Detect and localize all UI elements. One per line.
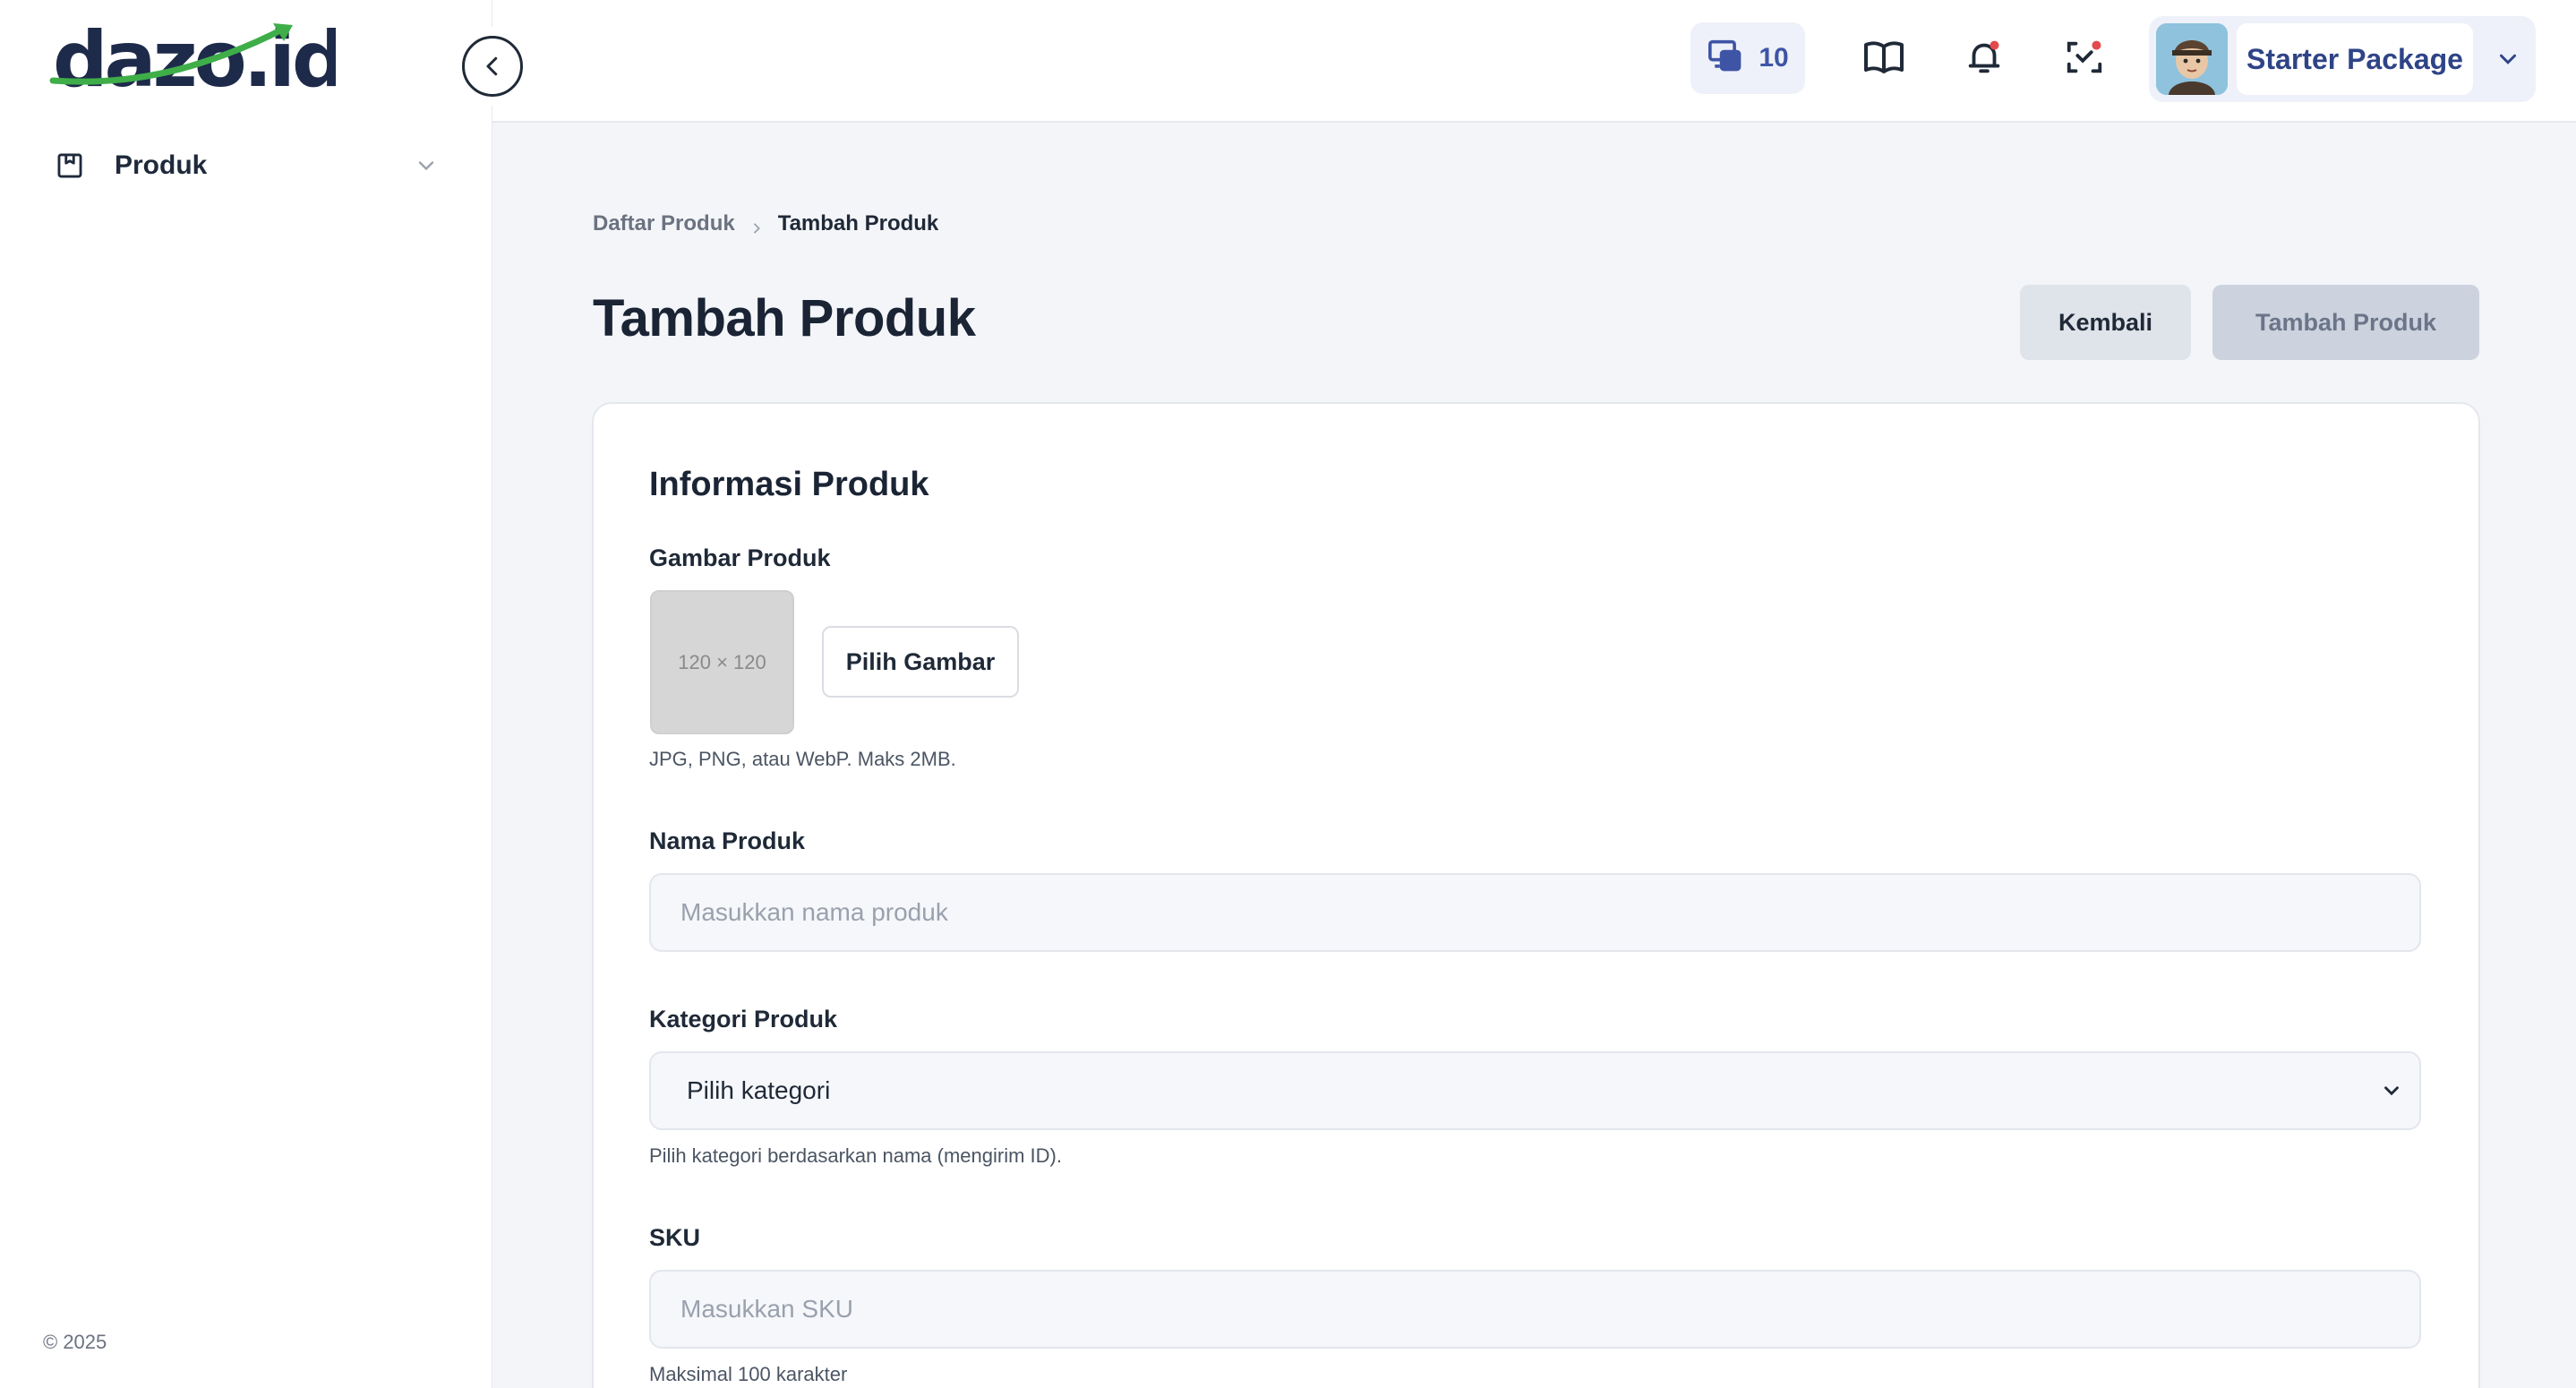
bell-icon[interactable] [1959,32,2009,82]
name-label: Nama Produk [649,827,806,854]
avatar [2156,23,2228,95]
category-help-text: Pilih kategori berdasarkan nama (mengiri… [649,1144,1062,1167]
sku-help-text: Maksimal 100 karakter [649,1363,848,1385]
copyright-text: © 2025 [43,1331,107,1353]
sidebar: dazo.id Produk © 2025 [0,0,492,1388]
section-title: Informasi Produk [649,466,929,503]
credit-badge[interactable]: 10 [1690,22,1805,94]
chevron-down-icon [414,153,439,178]
book-icon[interactable] [1859,32,1909,82]
sku-input[interactable] [649,1270,2421,1349]
pick-image-button[interactable]: Pilih Gambar [822,626,1019,698]
image-help-text: JPG, PNG, atau WebP. Maks 2MB. [649,748,956,770]
breadcrumb-parent-link[interactable]: Daftar Produk [593,211,735,236]
category-label: Kategori Produk [649,1006,838,1032]
collapse-sidebar-button[interactable] [462,36,523,97]
sidebar-item-produk[interactable]: Produk [54,139,439,193]
topbar: 10 Starter Package [492,0,2576,123]
image-preview: 120 × 120 [650,590,794,734]
dazo-logo[interactable]: dazo.id [49,15,347,105]
scan-icon[interactable] [2059,32,2110,82]
sidebar-item-label: Produk [115,150,208,180]
credit-count: 10 [1759,43,1789,73]
breadcrumb: Daftar Produk Tambah Produk [593,211,938,236]
account-menu[interactable]: Starter Package [2149,16,2536,102]
box-icon [54,150,86,182]
category-select[interactable]: Pilih kategori [649,1051,2421,1130]
device-credit-icon [1707,39,1746,79]
breadcrumb-current: Tambah Produk [777,211,939,236]
chevron-right-icon [749,217,764,234]
plan-name: Starter Package [2237,23,2473,95]
product-name-input[interactable] [649,873,2421,952]
chevron-down-icon [2495,46,2521,73]
chevron-left-icon [486,56,498,76]
image-label: Gambar Produk [649,544,831,571]
page-title: Tambah Produk [593,289,976,347]
category-selected-value: Pilih kategori [687,1076,831,1104]
sku-label: SKU [649,1224,701,1251]
back-button[interactable]: Kembali [2020,285,2191,360]
chevron-down-icon [2380,1079,2403,1102]
svg-text:dazo.id: dazo.id [53,16,336,97]
add-product-button[interactable]: Tambah Produk [2212,285,2479,360]
